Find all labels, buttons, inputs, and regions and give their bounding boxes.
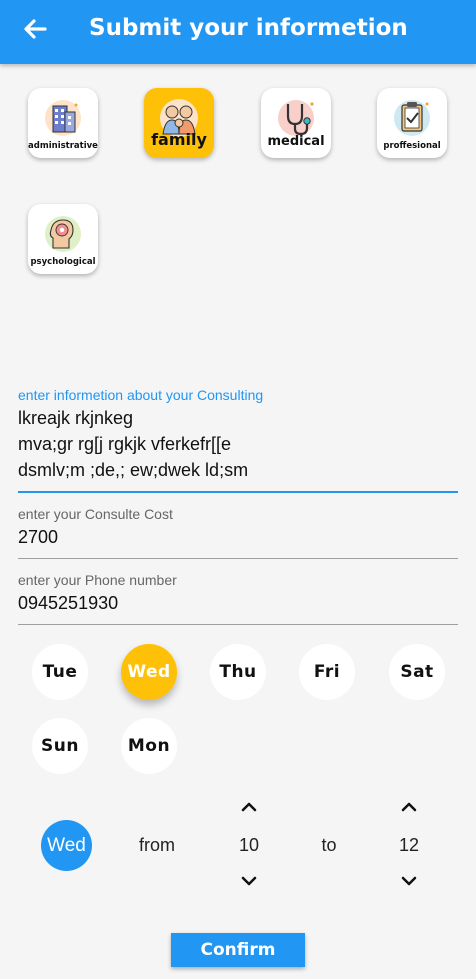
from-label: from	[139, 835, 175, 855]
phone-value: 0945251930	[18, 593, 119, 613]
consulting-line: dsmlv;m ;de,; ew;dwek ld;sm	[18, 460, 249, 480]
phone-field[interactable]: enter your Phone number 0945251930	[18, 572, 458, 616]
day-fri[interactable]: Fri	[299, 644, 355, 700]
from-increment-chevron-up-icon[interactable]	[238, 796, 260, 818]
consulting-label: enter informetion about your Consulting	[18, 387, 264, 403]
category-label: proffesional	[383, 141, 441, 151]
from-value: 10	[238, 835, 260, 855]
day-sat[interactable]: Sat	[389, 644, 445, 700]
day-mon[interactable]: Mon	[121, 718, 177, 774]
brain-head-icon	[45, 216, 81, 252]
day-tue[interactable]: Tue	[32, 644, 88, 700]
category-label: psychological	[30, 257, 96, 267]
consulting-line: lkreajk rkjnkeg	[18, 408, 134, 428]
consulting-underline	[18, 491, 458, 493]
selected-day-badge: Wed	[41, 820, 92, 871]
cost-field[interactable]: enter your Consulte Cost 2700	[18, 506, 458, 550]
to-value: 12	[398, 835, 420, 855]
category-family[interactable]: family	[144, 88, 214, 158]
back-arrow-icon[interactable]	[20, 14, 50, 44]
cost-underline	[18, 558, 458, 559]
category-administrative[interactable]: administrative	[28, 88, 98, 158]
confirm-button[interactable]: Confirm	[171, 933, 305, 967]
app-bar: Submit your informetion	[0, 0, 476, 64]
day-sun[interactable]: Sun	[32, 718, 88, 774]
building-icon	[45, 100, 81, 136]
category-label: family	[151, 130, 207, 149]
consulting-line: mva;gr rg[j rgkjk vferkefr[[e	[18, 434, 232, 454]
cost-value: 2700	[18, 527, 59, 547]
to-label: to	[321, 835, 337, 855]
cost-label: enter your Consulte Cost	[18, 506, 173, 522]
page-title: Submit your informetion	[89, 15, 408, 41]
consulting-field[interactable]: enter informetion about your Consulting …	[18, 387, 458, 483]
category-label: medical	[267, 134, 325, 149]
phone-underline	[18, 624, 458, 625]
category-medical[interactable]: medical	[261, 88, 331, 158]
day-wed[interactable]: Wed	[121, 644, 177, 700]
clipboard-icon	[394, 100, 430, 136]
category-label: administrative	[28, 141, 98, 151]
category-professional[interactable]: proffesional	[377, 88, 447, 158]
phone-label: enter your Phone number	[18, 572, 177, 588]
from-decrement-chevron-down-icon[interactable]	[238, 870, 260, 892]
category-psychological[interactable]: psychological	[28, 204, 98, 274]
day-thu[interactable]: Thu	[210, 644, 266, 700]
to-increment-chevron-up-icon[interactable]	[398, 796, 420, 818]
to-decrement-chevron-down-icon[interactable]	[398, 870, 420, 892]
